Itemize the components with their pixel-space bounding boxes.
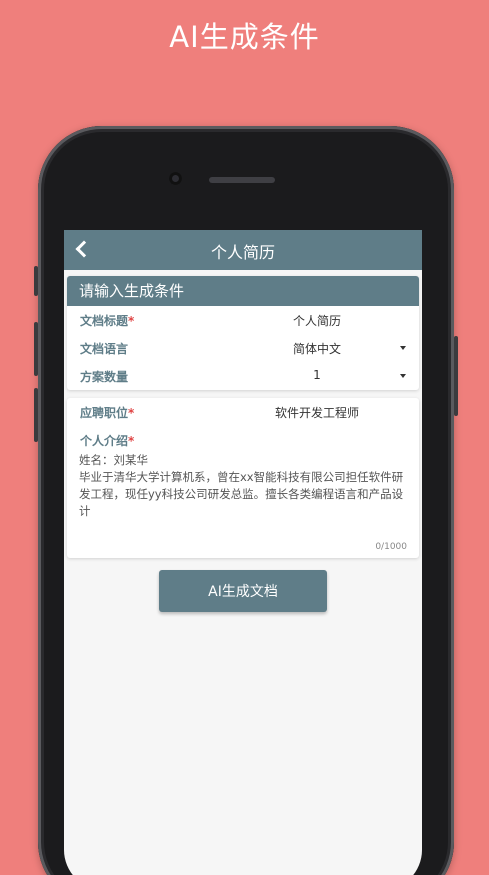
- camera-icon: [169, 172, 182, 185]
- phone-side-button: [34, 322, 38, 376]
- doc-language-row[interactable]: 文档语言 简体中文: [67, 334, 419, 362]
- doc-language-label: 文档语言: [80, 342, 129, 356]
- plan-count-select[interactable]: 1: [217, 368, 417, 382]
- phone-side-button: [454, 336, 458, 416]
- dropdown-arrow-icon[interactable]: [400, 374, 406, 378]
- intro-textarea[interactable]: 姓名：刘某华 毕业于清华大学计算机系，曾在xx智能科技有限公司担任软件研发工程，…: [67, 452, 419, 536]
- nav-title: 个人简历: [210, 243, 275, 262]
- app-screen: 个人简历 请输入生成条件 文档标题* 个人简历 文档语言 简体中文 方案数量 1…: [64, 230, 422, 875]
- position-input[interactable]: 软件开发工程师: [217, 404, 417, 421]
- plan-count-label: 方案数量: [80, 370, 129, 384]
- phone-side-button: [34, 266, 38, 296]
- position-label: 应聘职位*: [80, 406, 135, 420]
- phone-side-button: [34, 388, 38, 442]
- card-header: 请输入生成条件: [67, 276, 419, 306]
- doc-language-select[interactable]: 简体中文: [217, 340, 417, 357]
- position-row[interactable]: 应聘职位* 软件开发工程师: [67, 398, 419, 426]
- dropdown-arrow-icon[interactable]: [400, 346, 406, 350]
- speaker-grille: [209, 177, 275, 183]
- doc-title-label: 文档标题*: [80, 314, 135, 328]
- nav-bar: 个人简历: [64, 230, 422, 270]
- intro-label: 个人介绍*: [80, 434, 135, 448]
- char-counter: 0/1000: [375, 542, 407, 552]
- phone-frame: 个人简历 请输入生成条件 文档标题* 个人简历 文档语言 简体中文 方案数量 1…: [34, 126, 458, 875]
- intro-label-row: 个人介绍*: [67, 426, 419, 452]
- banner-title: AI生成条件: [169, 20, 320, 54]
- doc-title-input[interactable]: 个人简历: [217, 312, 417, 329]
- doc-title-row[interactable]: 文档标题* 个人简历: [67, 306, 419, 334]
- plan-count-row[interactable]: 方案数量 1: [67, 362, 419, 390]
- details-card: 应聘职位* 软件开发工程师 个人介绍* 姓名：刘某华 毕业于清华大学计算机系，曾…: [67, 398, 419, 558]
- generate-document-button[interactable]: AI生成文档: [159, 570, 327, 612]
- conditions-card: 请输入生成条件 文档标题* 个人简历 文档语言 简体中文 方案数量 1: [67, 276, 419, 390]
